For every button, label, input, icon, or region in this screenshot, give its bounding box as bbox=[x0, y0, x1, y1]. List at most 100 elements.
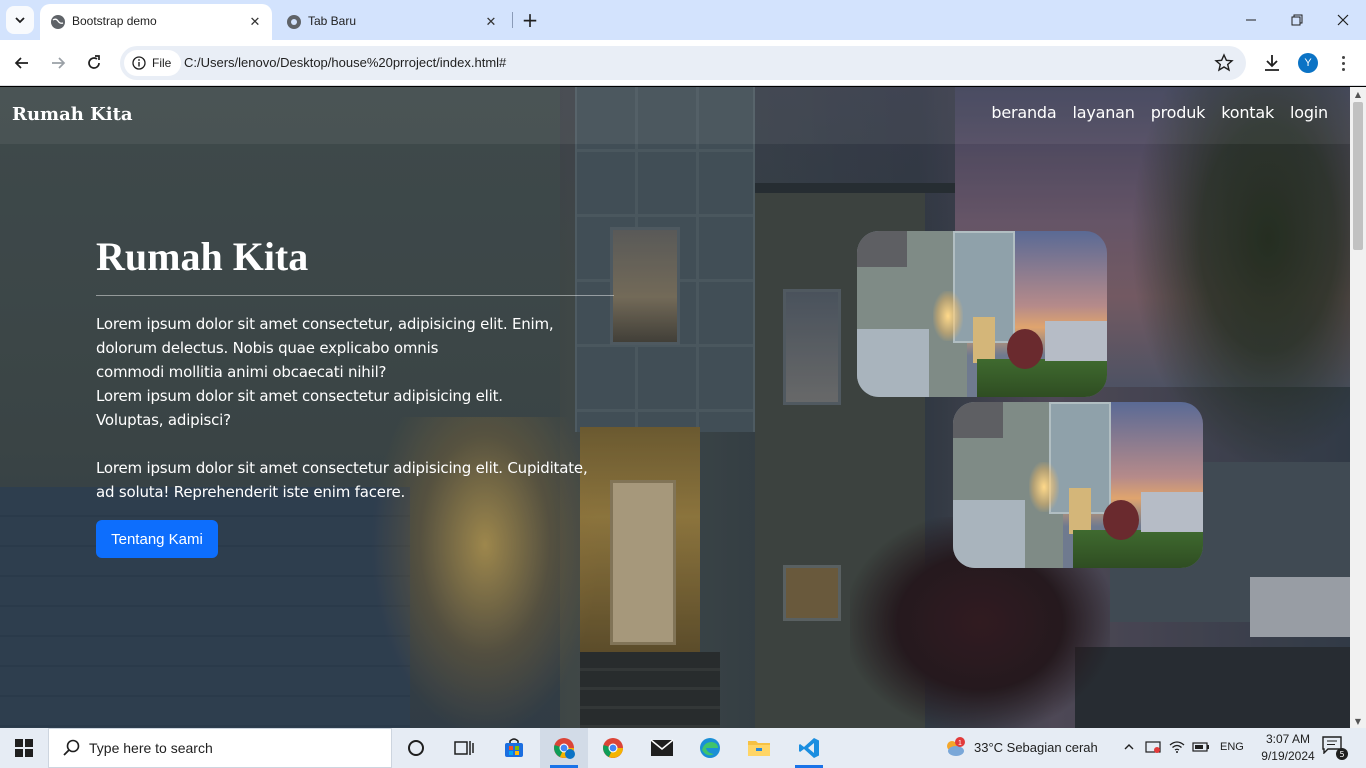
notification-count-badge: 5 bbox=[1336, 748, 1348, 760]
windows-logo-icon bbox=[15, 739, 33, 757]
browser-toolbar: File C:/Users/lenovo/Desktop/house%20prr… bbox=[0, 40, 1366, 86]
site-navbar: Rumah Kita beranda layanan produk kontak… bbox=[0, 87, 1350, 144]
text-line: Voluptas, adipisci? bbox=[96, 411, 231, 429]
page-viewport: Rumah Kita beranda layanan produk kontak… bbox=[0, 87, 1350, 728]
nav-links: beranda layanan produk kontak login bbox=[991, 103, 1328, 122]
taskbar-search[interactable]: Type here to search bbox=[48, 728, 392, 768]
weather-badge: 1 bbox=[958, 740, 962, 747]
close-tab-icon[interactable]: ✕ bbox=[482, 13, 500, 31]
wifi-icon[interactable] bbox=[1168, 738, 1186, 756]
restore-button[interactable] bbox=[1274, 0, 1320, 40]
clock[interactable]: 3:07 AM 9/19/2024 bbox=[1256, 731, 1320, 765]
chrome-icon bbox=[554, 738, 575, 759]
scroll-thumb[interactable] bbox=[1353, 102, 1363, 250]
input-language[interactable]: ENG bbox=[1220, 741, 1244, 753]
minimize-button[interactable] bbox=[1228, 0, 1274, 40]
task-view-icon bbox=[454, 741, 474, 755]
cortana-button[interactable] bbox=[392, 728, 440, 768]
tab-strip: Bootstrap demo ✕ Tab Baru ✕ + bbox=[0, 0, 1366, 40]
show-hidden-icons-chevron-up-icon[interactable] bbox=[1120, 738, 1138, 756]
weather-text[interactable]: 33°C Sebagian cerah bbox=[974, 740, 1098, 755]
vertical-scrollbar[interactable]: ▲ ▼ bbox=[1350, 87, 1366, 728]
text-line: Lorem ipsum dolor sit amet consectetur a… bbox=[96, 387, 503, 405]
tab-separator bbox=[512, 12, 513, 28]
nav-link-beranda[interactable]: beranda bbox=[991, 103, 1056, 122]
tab-search-button[interactable] bbox=[6, 6, 34, 34]
site-info-button[interactable]: File bbox=[124, 50, 182, 76]
battery-icon[interactable] bbox=[1192, 738, 1210, 756]
mail-taskbar-button[interactable] bbox=[638, 728, 686, 768]
globe-icon bbox=[51, 15, 65, 29]
address-bar[interactable]: File C:/Users/lenovo/Desktop/house%20prr… bbox=[120, 46, 1246, 80]
chevron-down-icon bbox=[15, 17, 25, 24]
task-view-button[interactable] bbox=[440, 728, 488, 768]
vscode-icon bbox=[799, 738, 819, 758]
text-line: commodi mollitia animi obcaecati nihil? bbox=[96, 363, 387, 381]
chrome-profile-taskbar-button[interactable] bbox=[540, 728, 588, 768]
folder-icon bbox=[748, 741, 770, 756]
chrome-icon bbox=[287, 15, 301, 29]
microsoft-store-button[interactable] bbox=[490, 728, 538, 768]
text-line: Lorem ipsum dolor sit amet consectetur, … bbox=[96, 315, 554, 333]
house-image-2 bbox=[953, 402, 1203, 568]
vscode-taskbar-button[interactable] bbox=[785, 728, 833, 768]
search-icon bbox=[63, 739, 80, 756]
url-text[interactable]: C:/Users/lenovo/Desktop/house%20prroject… bbox=[184, 55, 506, 70]
reload-icon bbox=[88, 55, 100, 69]
hero-paragraph-1: Lorem ipsum dolor sit amet consectetur, … bbox=[96, 312, 636, 432]
hero-paragraph-2: Lorem ipsum dolor sit amet consectetur a… bbox=[96, 456, 636, 504]
clock-date: 9/19/2024 bbox=[1261, 749, 1315, 763]
nav-link-login[interactable]: login bbox=[1290, 103, 1328, 122]
text-line: Lorem ipsum dolor sit amet consectetur a… bbox=[96, 459, 588, 477]
mail-icon bbox=[650, 739, 674, 756]
search-placeholder: Type here to search bbox=[89, 740, 213, 756]
windows-taskbar: Type here to search 1 33°C Sebagian cera… bbox=[0, 728, 1366, 768]
forward-button[interactable] bbox=[44, 49, 72, 77]
tab-bootstrap-demo[interactable]: Bootstrap demo ✕ bbox=[40, 4, 272, 40]
scroll-up-arrow-icon[interactable]: ▲ bbox=[1350, 87, 1366, 101]
arrow-right-icon bbox=[52, 57, 66, 69]
cortana-circle-icon bbox=[408, 740, 424, 756]
close-icon bbox=[1337, 14, 1349, 26]
brand-logo[interactable]: Rumah Kita bbox=[12, 104, 133, 125]
minimize-icon bbox=[1246, 19, 1256, 21]
house-image-1 bbox=[857, 231, 1107, 397]
file-explorer-taskbar-button[interactable] bbox=[735, 728, 783, 768]
tab-tab-baru[interactable]: Tab Baru ✕ bbox=[276, 4, 508, 40]
store-icon bbox=[505, 738, 523, 757]
tab-title: Tab Baru bbox=[308, 14, 357, 28]
edge-icon bbox=[700, 738, 720, 758]
tab-title: Bootstrap demo bbox=[72, 14, 157, 28]
profile-avatar[interactable]: Y bbox=[1298, 53, 1318, 73]
scroll-down-arrow-icon[interactable]: ▼ bbox=[1350, 714, 1366, 728]
close-window-button[interactable] bbox=[1320, 0, 1366, 40]
restore-icon bbox=[1291, 14, 1303, 26]
start-button[interactable] bbox=[0, 728, 48, 768]
info-icon bbox=[132, 56, 146, 70]
text-line: dolorum delectus. Nobis quae explicabo o… bbox=[96, 339, 439, 357]
nav-link-produk[interactable]: produk bbox=[1151, 103, 1206, 122]
nav-link-kontak[interactable]: kontak bbox=[1221, 103, 1274, 122]
back-button[interactable] bbox=[8, 49, 36, 77]
text-line: ad soluta! Reprehenderit iste enim facer… bbox=[96, 483, 406, 501]
more-menu-icon[interactable] bbox=[1336, 51, 1350, 75]
reload-button[interactable] bbox=[80, 49, 108, 77]
hero-description: Lorem ipsum dolor sit amet consectetur, … bbox=[96, 312, 636, 504]
new-tab-button[interactable]: + bbox=[520, 8, 540, 32]
nav-link-layanan[interactable]: layanan bbox=[1072, 103, 1134, 122]
arrow-left-icon bbox=[14, 57, 28, 69]
bookmark-star-icon[interactable] bbox=[1214, 53, 1234, 73]
notification-center-button[interactable]: 5 bbox=[1322, 736, 1348, 760]
meet-now-icon[interactable] bbox=[1144, 738, 1162, 756]
hero-title: Rumah Kita bbox=[96, 234, 309, 279]
divider bbox=[96, 295, 614, 296]
edge-taskbar-button[interactable] bbox=[686, 728, 734, 768]
clock-time: 3:07 AM bbox=[1265, 732, 1311, 746]
weather-icon[interactable]: 1 bbox=[942, 736, 966, 760]
chrome-taskbar-button[interactable] bbox=[589, 728, 637, 768]
about-us-button[interactable]: Tentang Kami bbox=[96, 520, 218, 558]
download-icon[interactable] bbox=[1260, 51, 1284, 75]
chrome-icon bbox=[603, 738, 623, 758]
close-tab-icon[interactable]: ✕ bbox=[246, 13, 264, 31]
site-info-label: File bbox=[152, 56, 172, 70]
